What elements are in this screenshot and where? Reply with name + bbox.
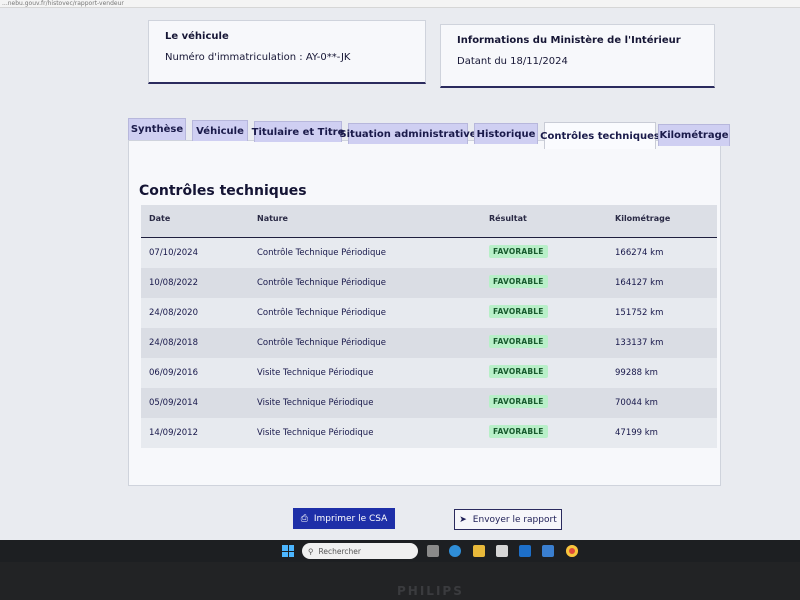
edge-icon[interactable] xyxy=(449,545,461,557)
tab-controles-techniques[interactable]: Contrôles techniques xyxy=(540,122,660,149)
table-row: 10/08/2022 Contrôle Technique Périodique… xyxy=(141,268,717,298)
row-nature: Contrôle Technique Périodique xyxy=(257,248,387,258)
row-km: 70044 km xyxy=(615,398,658,408)
printer-icon: ⎙ xyxy=(300,513,308,524)
row-date: 07/10/2024 xyxy=(149,248,198,258)
browser-viewport: ...nebu.gouv.fr/histovec/rapport-vendeur… xyxy=(0,0,800,540)
send-report-button[interactable]: ➤ Envoyer le rapport xyxy=(454,509,562,530)
col-result: Résultat xyxy=(489,214,527,223)
data-date: Datant du 18/11/2024 xyxy=(457,56,568,67)
row-nature: Contrôle Technique Périodique xyxy=(257,338,387,348)
tab-synthese[interactable]: Synthèse xyxy=(128,118,186,140)
tab-historique[interactable]: Historique xyxy=(474,123,538,144)
row-km: 166274 km xyxy=(615,248,664,258)
print-label: Imprimer le CSA xyxy=(313,513,388,524)
report-tabs: Synthèse Véhicule Titulaire et Titre Sit… xyxy=(128,116,730,149)
col-date: Date xyxy=(149,214,171,223)
status-badge: FAVORABLE xyxy=(489,335,548,348)
windows-taskbar: ⚲ Rechercher xyxy=(0,540,800,562)
table-row: 05/09/2014 Visite Technique Périodique F… xyxy=(141,388,717,418)
row-date: 06/09/2016 xyxy=(149,368,198,378)
vehicle-info-box: Le véhicule Numéro d'immatriculation : A… xyxy=(148,20,426,84)
report-panel: Contrôles techniques Date Nature Résulta… xyxy=(128,140,721,486)
status-badge: FAVORABLE xyxy=(489,425,548,438)
row-km: 47199 km xyxy=(615,428,658,438)
address-bar[interactable]: ...nebu.gouv.fr/histovec/rapport-vendeur xyxy=(0,0,800,8)
store-icon[interactable] xyxy=(542,545,554,557)
monitor-brand: PHILIPS xyxy=(397,584,464,598)
status-badge: FAVORABLE xyxy=(489,395,548,408)
send-arrow-icon: ➤ xyxy=(459,514,467,525)
ministry-box-title: Informations du Ministère de l'Intérieur xyxy=(457,35,681,46)
row-nature: Visite Technique Périodique xyxy=(257,368,374,378)
tab-titulaire[interactable]: Titulaire et Titre xyxy=(252,121,344,142)
row-date: 24/08/2020 xyxy=(149,308,198,318)
tab-situation-administrative[interactable]: Situation administrative xyxy=(339,123,477,144)
row-date: 10/08/2022 xyxy=(149,278,198,288)
row-nature: Visite Technique Périodique xyxy=(257,398,374,408)
registration-number: Numéro d'immatriculation : AY-0**-JK xyxy=(165,52,351,63)
taskbar-search[interactable]: ⚲ Rechercher xyxy=(302,543,418,559)
outlook-icon[interactable] xyxy=(519,545,531,557)
chrome-icon[interactable] xyxy=(566,545,578,557)
row-km: 151752 km xyxy=(615,308,664,318)
row-date: 24/08/2018 xyxy=(149,338,198,348)
table-row: 14/09/2012 Visite Technique Périodique F… xyxy=(141,418,717,448)
row-km: 164127 km xyxy=(615,278,664,288)
row-nature: Contrôle Technique Périodique xyxy=(257,308,387,318)
row-nature: Visite Technique Périodique xyxy=(257,428,374,438)
status-badge: FAVORABLE xyxy=(489,305,548,318)
table-row: 24/08/2018 Contrôle Technique Périodique… xyxy=(141,328,717,358)
row-km: 133137 km xyxy=(615,338,664,348)
ministry-info-box: Informations du Ministère de l'Intérieur… xyxy=(440,24,715,88)
file-explorer-icon[interactable] xyxy=(473,545,485,557)
calendar-icon[interactable] xyxy=(496,545,508,557)
status-badge: FAVORABLE xyxy=(489,245,548,258)
windows-start-icon[interactable] xyxy=(282,545,294,557)
send-label: Envoyer le rapport xyxy=(472,514,557,525)
status-badge: FAVORABLE xyxy=(489,275,548,288)
table-row: 07/10/2024 Contrôle Technique Périodique… xyxy=(141,238,717,268)
row-date: 05/09/2014 xyxy=(149,398,198,408)
col-nature: Nature xyxy=(257,214,288,223)
task-view-icon[interactable] xyxy=(427,545,439,557)
status-badge: FAVORABLE xyxy=(489,365,548,378)
table-row: 06/09/2016 Visite Technique Périodique F… xyxy=(141,358,717,388)
tab-kilometrage[interactable]: Kilométrage xyxy=(658,124,730,146)
print-csa-button[interactable]: ⎙ Imprimer le CSA xyxy=(293,508,395,529)
search-icon: ⚲ xyxy=(308,546,314,556)
tab-vehicule[interactable]: Véhicule xyxy=(192,120,248,141)
vehicle-box-title: Le véhicule xyxy=(165,31,229,42)
table-row: 24/08/2020 Contrôle Technique Périodique… xyxy=(141,298,717,328)
search-placeholder: Rechercher xyxy=(318,546,361,556)
row-date: 14/09/2012 xyxy=(149,428,198,438)
row-km: 99288 km xyxy=(615,368,658,378)
table-header: Date Nature Résultat Kilométrage xyxy=(141,205,717,238)
col-km: Kilométrage xyxy=(615,214,671,223)
section-title: Contrôles techniques xyxy=(139,183,307,199)
row-nature: Contrôle Technique Périodique xyxy=(257,278,387,288)
inspections-table: Date Nature Résultat Kilométrage 07/10/2… xyxy=(141,205,717,448)
